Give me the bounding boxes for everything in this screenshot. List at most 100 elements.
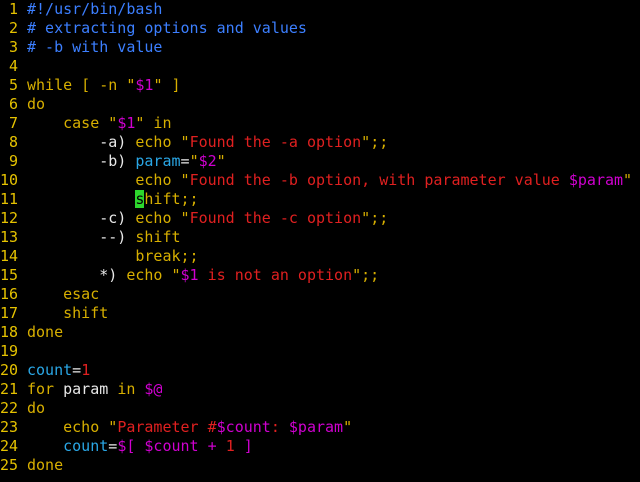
line-number: 3 bbox=[8, 38, 18, 56]
code-token: + bbox=[198, 437, 226, 455]
code-line[interactable]: 8 -a) echo "Found the -a option";; bbox=[0, 133, 640, 152]
line-number: 21 bbox=[0, 380, 19, 398]
code-line[interactable]: 18 done bbox=[0, 323, 640, 342]
code-token: = bbox=[108, 437, 118, 455]
code-text[interactable]: echo "Parameter #$count: $param" bbox=[27, 418, 352, 437]
code-text[interactable]: esac bbox=[27, 285, 99, 304]
code-line[interactable]: 11 shift;; bbox=[0, 190, 640, 209]
code-line[interactable]: 1 #!/usr/bin/bash bbox=[0, 0, 640, 19]
line-number: 15 bbox=[0, 266, 19, 284]
code-token: Parameter # bbox=[117, 418, 217, 436]
code-text[interactable]: case "$1" in bbox=[27, 114, 171, 133]
code-line[interactable]: 24 count=$[ $count + 1 ] bbox=[0, 437, 640, 456]
code-text[interactable]: -a) echo "Found the -a option";; bbox=[27, 133, 388, 152]
code-token: echo bbox=[135, 209, 172, 227]
code-text[interactable]: # extracting options and values bbox=[27, 19, 307, 38]
code-token: $2 bbox=[198, 152, 217, 170]
code-token: *) bbox=[27, 266, 127, 284]
code-token: Found the -a option bbox=[189, 133, 362, 151]
code-token: shift bbox=[135, 228, 181, 246]
code-text[interactable]: count=1 bbox=[27, 361, 90, 380]
line-number: 19 bbox=[0, 342, 19, 360]
code-token: param bbox=[54, 380, 118, 398]
code-token: $param bbox=[568, 171, 624, 189]
code-text[interactable]: # -b with value bbox=[27, 38, 162, 57]
line-number: 10 bbox=[0, 171, 19, 189]
code-token: [ -n bbox=[72, 76, 127, 94]
line-number: 24 bbox=[0, 437, 19, 455]
code-token: : bbox=[270, 418, 289, 436]
code-text[interactable]: *) echo "$1 is not an option";; bbox=[27, 266, 379, 285]
code-line[interactable]: 15 *) echo "$1 is not an option";; bbox=[0, 266, 640, 285]
code-line[interactable]: 14 break;; bbox=[0, 247, 640, 266]
code-text[interactable]: -b) param="$2" bbox=[27, 152, 226, 171]
code-token: $count bbox=[216, 418, 271, 436]
line-number: 17 bbox=[0, 304, 19, 322]
code-token: " bbox=[361, 209, 371, 227]
code-editor[interactable]: 1 #!/usr/bin/bash 2 # extracting options an… bbox=[0, 0, 640, 482]
code-token: do bbox=[27, 399, 46, 417]
code-line[interactable]: 13 --) shift bbox=[0, 228, 640, 247]
code-token: shift bbox=[63, 304, 109, 322]
code-text[interactable]: shift bbox=[27, 304, 108, 323]
code-token: " bbox=[352, 266, 362, 284]
code-line[interactable]: 21 for param in $@ bbox=[0, 380, 640, 399]
code-token: is not an option bbox=[198, 266, 353, 284]
code-line[interactable]: 6 do bbox=[0, 95, 640, 114]
code-text[interactable]: while [ -n "$1" ] bbox=[27, 76, 181, 95]
code-line[interactable]: 12 -c) echo "Found the -c option";; bbox=[0, 209, 640, 228]
code-token: for bbox=[27, 380, 55, 398]
code-text[interactable]: shift;; bbox=[27, 190, 199, 209]
code-line[interactable]: 4 bbox=[0, 57, 640, 76]
code-token: ;; bbox=[180, 190, 199, 208]
line-number: 6 bbox=[8, 95, 18, 113]
code-token: break bbox=[135, 247, 181, 265]
code-token: #!/usr/bin/bash bbox=[27, 0, 163, 18]
code-text[interactable]: count=$[ $count + 1 ] bbox=[27, 437, 253, 456]
code-line[interactable]: 16 esac bbox=[0, 285, 640, 304]
code-line[interactable]: 9 -b) param="$2" bbox=[0, 152, 640, 171]
code-token: do bbox=[27, 95, 46, 113]
code-text[interactable]: break;; bbox=[27, 247, 199, 266]
code-token: " bbox=[216, 152, 226, 170]
code-token: while bbox=[27, 76, 73, 94]
code-token: " bbox=[171, 133, 190, 151]
code-token: $count bbox=[144, 437, 199, 455]
code-token: " bbox=[162, 266, 181, 284]
code-line[interactable]: 20 count=1 bbox=[0, 361, 640, 380]
code-token: ;; bbox=[180, 247, 199, 265]
code-line[interactable]: 10 echo "Found the -b option, with param… bbox=[0, 171, 640, 190]
code-token: param bbox=[135, 152, 181, 170]
code-line[interactable]: 23 echo "Parameter #$count: $param" bbox=[0, 418, 640, 437]
code-line[interactable]: 19 bbox=[0, 342, 640, 361]
code-text[interactable]: --) shift bbox=[27, 228, 181, 247]
code-line[interactable]: 17 shift bbox=[0, 304, 640, 323]
code-text[interactable]: for param in $@ bbox=[27, 380, 162, 399]
code-line[interactable]: 5 while [ -n "$1" ] bbox=[0, 76, 640, 95]
code-token: -a) bbox=[27, 133, 136, 151]
code-text[interactable]: echo "Found the -b option, with paramete… bbox=[27, 171, 632, 190]
code-text[interactable]: do bbox=[27, 399, 45, 418]
code-text[interactable]: done bbox=[27, 456, 63, 475]
code-token: " bbox=[99, 114, 118, 132]
code-text[interactable]: do bbox=[27, 95, 45, 114]
code-text[interactable]: #!/usr/bin/bash bbox=[27, 0, 162, 19]
code-token: ;; bbox=[361, 266, 380, 284]
code-text[interactable]: done bbox=[27, 323, 63, 342]
code-token: = bbox=[180, 152, 190, 170]
line-number: 1 bbox=[8, 0, 18, 18]
code-line[interactable]: 2 # extracting options and values bbox=[0, 19, 640, 38]
code-line[interactable]: 3 # -b with value bbox=[0, 38, 640, 57]
code-line[interactable]: 7 case "$1" in bbox=[0, 114, 640, 133]
code-text[interactable]: -c) echo "Found the -c option";; bbox=[27, 209, 388, 228]
code-token: count bbox=[27, 361, 73, 379]
code-line[interactable]: 22 do bbox=[0, 399, 640, 418]
code-token: done bbox=[27, 456, 64, 474]
line-number: 16 bbox=[0, 285, 19, 303]
code-line[interactable]: 25 done bbox=[0, 456, 640, 475]
code-token: 1 bbox=[81, 361, 91, 379]
code-token: 1 bbox=[225, 437, 235, 455]
